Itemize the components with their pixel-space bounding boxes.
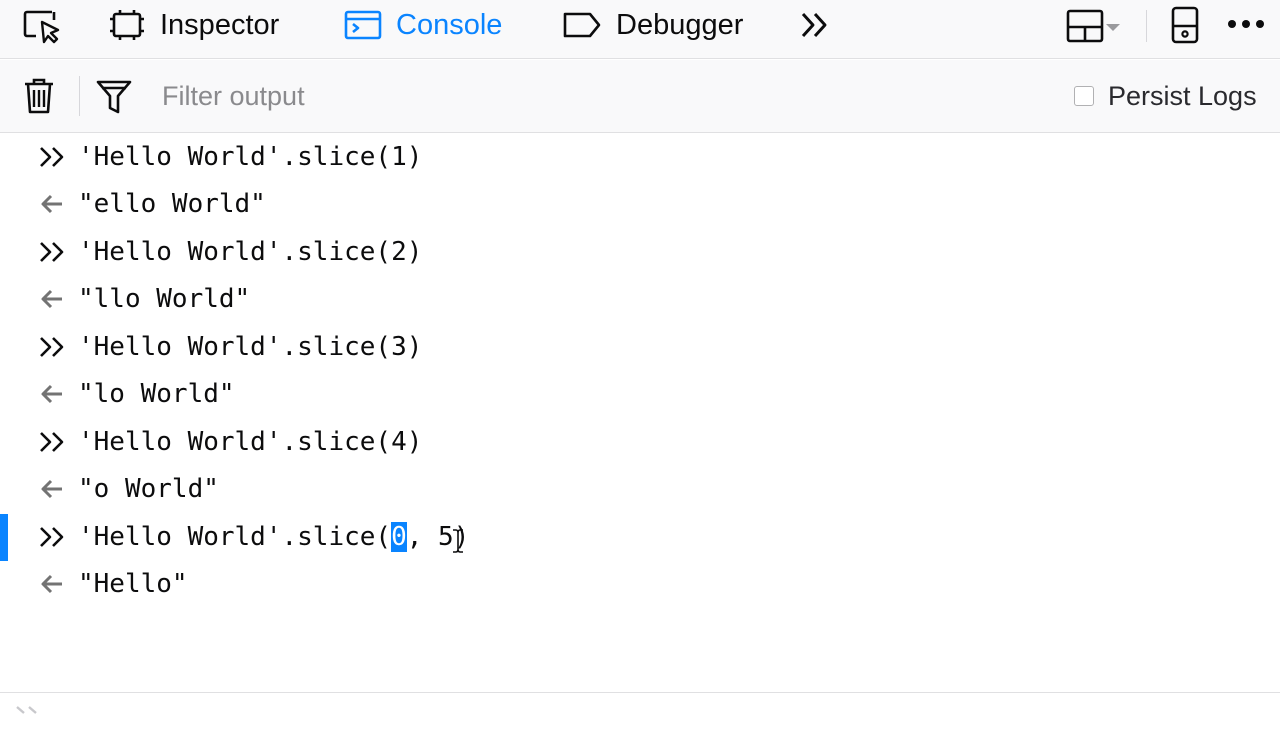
result-arrow-icon	[38, 561, 70, 608]
console-input-row-active[interactable]: 'Hello World'.slice(0, 5)	[0, 514, 1280, 561]
responsive-mode-icon[interactable]	[1170, 6, 1200, 44]
console-result-text: "o World"	[78, 474, 219, 504]
input-prompt-icon	[38, 134, 70, 181]
console-input-row[interactable]: 'Hello World'.slice(3)	[0, 324, 1280, 371]
console-filter-bar: Persist Logs	[0, 60, 1280, 133]
filter-output-input[interactable]	[150, 72, 1024, 120]
tab-console-label: Console	[396, 8, 503, 41]
console-input-text: 'Hello World'.slice(4)	[78, 427, 423, 457]
result-arrow-icon	[38, 466, 70, 513]
console-input-text: 'Hello World'.slice(3)	[78, 332, 423, 362]
input-prompt-icon	[14, 705, 44, 724]
result-arrow-icon	[38, 181, 70, 228]
console-input-area[interactable]	[0, 692, 1280, 721]
tab-debugger[interactable]: Debugger	[562, 0, 743, 50]
console-input-text: 'Hello World'.slice(1)	[78, 142, 423, 172]
result-arrow-icon	[38, 276, 70, 323]
console-result-row[interactable]: "ello World"	[0, 181, 1280, 228]
result-arrow-icon	[38, 371, 70, 418]
persist-logs-label: Persist Logs	[1108, 80, 1257, 111]
console-input-row[interactable]: 'Hello World'.slice(1)	[0, 134, 1280, 181]
text-cursor-icon	[452, 528, 464, 559]
input-text-before-selection: 'Hello World'.slice(	[78, 522, 392, 552]
console-output: 'Hello World'.slice(1) "ello World" 'Hel…	[0, 134, 1280, 690]
persist-logs-toggle[interactable]: Persist Logs	[1074, 78, 1257, 114]
trash-icon[interactable]	[22, 76, 56, 116]
console-result-row[interactable]: "Hello"	[0, 561, 1280, 608]
filter-bar-divider	[79, 76, 80, 116]
input-prompt-icon	[38, 514, 70, 561]
devtools-toolbar: Inspector Console Debugger	[0, 0, 1280, 59]
console-result-row[interactable]: "llo World"	[0, 276, 1280, 323]
console-result-text: "llo World"	[78, 284, 251, 314]
element-picker-icon[interactable]	[22, 8, 62, 44]
input-prompt-icon	[38, 419, 70, 466]
tab-console[interactable]: Console	[344, 0, 502, 50]
debugger-icon	[562, 10, 602, 40]
console-input-row[interactable]: 'Hello World'.slice(4)	[0, 419, 1280, 466]
dock-layout-icon[interactable]	[1066, 9, 1126, 43]
toolbar-divider	[1146, 10, 1147, 42]
console-input-text[interactable]: 'Hello World'.slice(0, 5)	[78, 514, 469, 561]
persist-logs-checkbox[interactable]	[1074, 86, 1094, 106]
selected-text[interactable]: 0	[391, 522, 407, 552]
more-options-icon[interactable]	[1226, 16, 1266, 32]
tab-inspector-label: Inspector	[160, 8, 280, 41]
console-input-text: 'Hello World'.slice(2)	[78, 237, 423, 267]
console-result-text: "ello World"	[78, 189, 266, 219]
tab-debugger-label: Debugger	[616, 8, 744, 41]
tab-inspector[interactable]: Inspector	[108, 0, 279, 50]
inspector-icon	[108, 8, 146, 42]
console-icon	[344, 9, 382, 41]
console-result-row[interactable]: "lo World"	[0, 371, 1280, 418]
console-input-row[interactable]: 'Hello World'.slice(2)	[0, 229, 1280, 276]
input-prompt-icon	[38, 324, 70, 371]
console-result-text: "Hello"	[78, 569, 188, 599]
console-result-text: "lo World"	[78, 379, 235, 409]
console-result-row[interactable]: "o World"	[0, 466, 1280, 513]
active-row-marker	[0, 514, 8, 561]
input-prompt-icon	[38, 229, 70, 276]
filter-icon[interactable]	[96, 78, 132, 116]
chevrons-right-icon[interactable]	[800, 11, 830, 39]
